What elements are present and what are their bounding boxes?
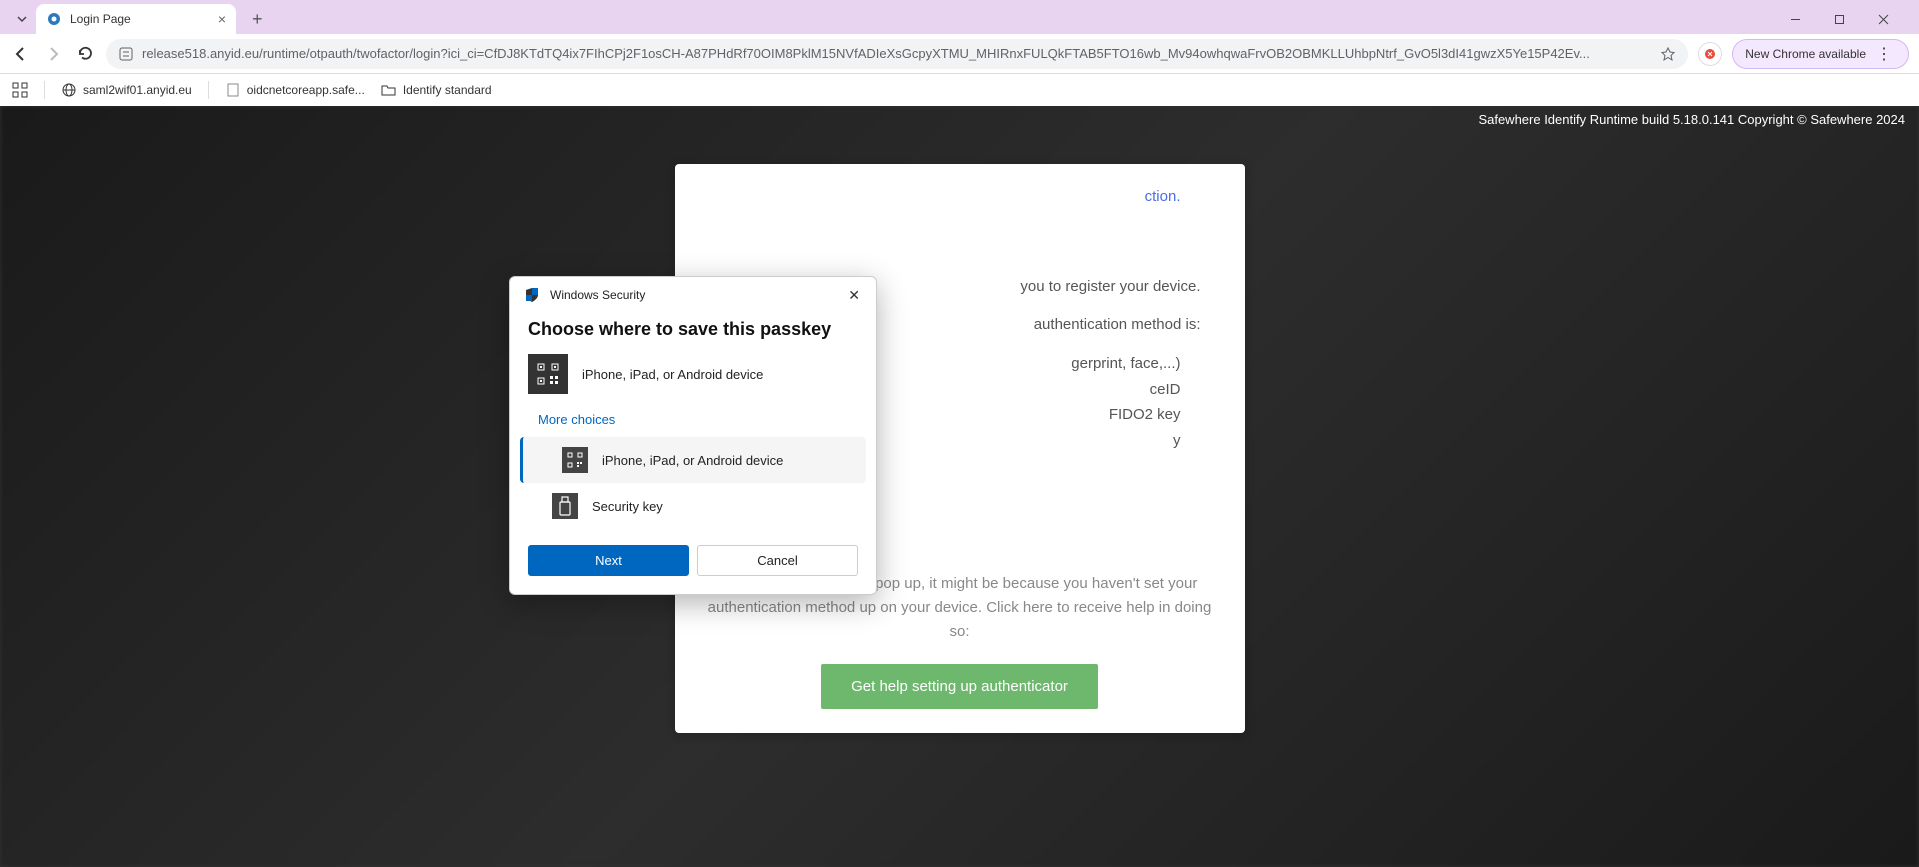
- primary-choice-text: iPhone, iPad, or Android device: [582, 367, 763, 382]
- next-button[interactable]: Next: [528, 545, 689, 576]
- menu-icon[interactable]: ⋮: [1872, 44, 1896, 64]
- new-tab-button[interactable]: +: [246, 9, 269, 30]
- tab-favicon-icon: [46, 11, 62, 27]
- option-mobile-device[interactable]: iPhone, iPad, or Android device: [520, 437, 866, 483]
- tab-bar: Login Page × +: [0, 0, 1919, 34]
- browser-tab[interactable]: Login Page ×: [36, 4, 236, 34]
- new-chrome-label: New Chrome available: [1745, 47, 1866, 61]
- dialog-title: Choose where to save this passkey: [510, 313, 876, 354]
- dialog-header: Windows Security: [510, 277, 876, 313]
- dialog-header-text: Windows Security: [550, 288, 645, 302]
- url-text: release518.anyid.eu/runtime/otpauth/twof…: [142, 46, 1652, 61]
- browser-chrome: Login Page × +: [0, 0, 1919, 106]
- top-link-partial[interactable]: ction.: [699, 188, 1221, 205]
- window-controls: [1775, 5, 1911, 33]
- minimize-button[interactable]: [1775, 5, 1815, 33]
- bookmark-star-icon[interactable]: [1660, 46, 1676, 62]
- option-security-key[interactable]: Security key: [510, 483, 876, 529]
- shield-icon: [524, 287, 540, 303]
- tab-close-button[interactable]: ×: [218, 11, 226, 27]
- close-window-button[interactable]: [1863, 5, 1903, 33]
- bookmark-label: Identify standard: [403, 83, 492, 97]
- maximize-button[interactable]: [1819, 5, 1859, 33]
- back-button[interactable]: [10, 43, 32, 65]
- bookmark-label: saml2wif01.anyid.eu: [83, 83, 192, 97]
- option-mobile-label: iPhone, iPad, or Android device: [602, 453, 783, 468]
- separator: [44, 81, 45, 99]
- primary-choice: iPhone, iPad, or Android device: [510, 354, 876, 408]
- option-key-label: Security key: [592, 499, 663, 514]
- qr-code-small-icon: [562, 447, 588, 473]
- bookmark-saml[interactable]: saml2wif01.anyid.eu: [61, 82, 192, 98]
- get-help-button[interactable]: Get help setting up authenticator: [821, 664, 1098, 709]
- separator: [208, 81, 209, 99]
- tab-title: Login Page: [70, 12, 131, 26]
- reload-button[interactable]: [74, 43, 96, 65]
- page-icon: [225, 82, 241, 98]
- usb-key-icon: [552, 493, 578, 519]
- windows-security-dialog: ✕ Windows Security Choose where to save …: [509, 276, 877, 595]
- folder-icon: [381, 82, 397, 98]
- globe-icon: [61, 82, 77, 98]
- page-content: Safewhere Identify Runtime build 5.18.0.…: [0, 106, 1919, 867]
- dialog-close-button[interactable]: ✕: [842, 285, 866, 306]
- forward-button[interactable]: [42, 43, 64, 65]
- cancel-button[interactable]: Cancel: [697, 545, 858, 576]
- qr-code-icon: [528, 354, 568, 394]
- apps-grid-icon[interactable]: [12, 82, 28, 98]
- bookmark-identify[interactable]: Identify standard: [381, 82, 492, 98]
- tab-search-dropdown[interactable]: [8, 9, 36, 29]
- bookmark-label: oidcnetcoreapp.safe...: [247, 83, 365, 97]
- site-settings-icon[interactable]: [118, 46, 134, 62]
- bookmarks-bar: saml2wif01.anyid.eu oidcnetcoreapp.safe.…: [0, 74, 1919, 106]
- address-bar[interactable]: release518.anyid.eu/runtime/otpauth/twof…: [106, 39, 1688, 69]
- new-chrome-badge[interactable]: New Chrome available ⋮: [1732, 39, 1909, 69]
- build-info-text: Safewhere Identify Runtime build 5.18.0.…: [1478, 112, 1905, 127]
- bookmark-oidc[interactable]: oidcnetcoreapp.safe...: [225, 82, 365, 98]
- browser-toolbar: release518.anyid.eu/runtime/otpauth/twof…: [0, 34, 1919, 74]
- more-choices-link[interactable]: More choices: [510, 408, 876, 437]
- extension-icon[interactable]: [1698, 42, 1722, 66]
- dialog-buttons: Next Cancel: [510, 529, 876, 594]
